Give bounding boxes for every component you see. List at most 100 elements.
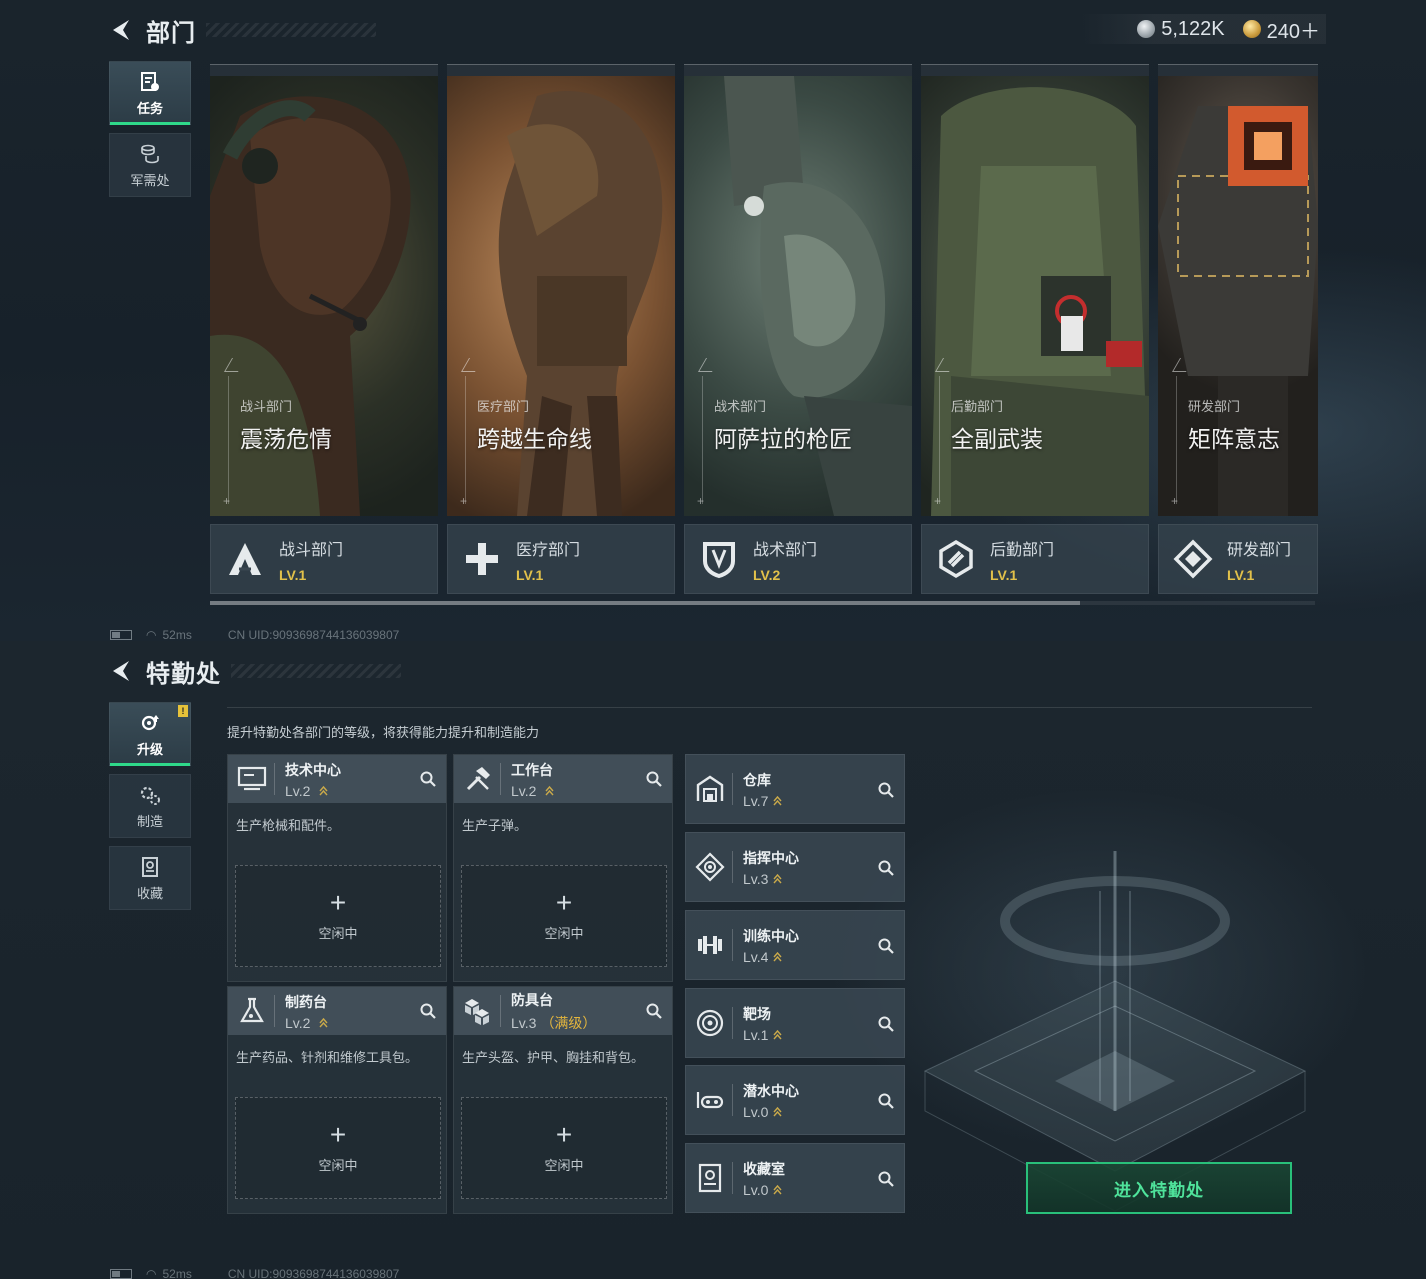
slot-status: 空闲中 <box>318 925 358 941</box>
station-description: 生产药品、针剂和维修工具包。 <box>236 1050 419 1065</box>
tab-supply[interactable]: 军需处 <box>109 133 191 197</box>
dept-name: 研发部门 <box>1227 541 1292 559</box>
header-divider <box>500 763 501 795</box>
page-description: 提升特勤处各部门的等级，将获得能力提升和制造能力 <box>227 725 540 740</box>
ping-value: 52ms <box>162 1267 192 1279</box>
tab-collection[interactable]: 收藏 <box>109 846 191 910</box>
station-pharmacy[interactable]: 制药台 Lv.2 生产药品、针剂和维修工具包。 + 空闲中 <box>227 986 447 1214</box>
production-slot[interactable]: + 空闲中 <box>461 1097 667 1199</box>
facility-level: Lv.7 <box>743 792 769 809</box>
facility-level: Lv.0 <box>743 1181 769 1198</box>
dept-level: LV.2 <box>753 566 781 583</box>
upgrade-chevron-icon <box>773 795 782 805</box>
search-icon[interactable] <box>418 1001 438 1021</box>
facility-level-row: Lv.3 <box>743 871 799 887</box>
facility-warehouse[interactable]: 仓库 Lv.7 <box>685 754 905 824</box>
facility-level-row: Lv.0 <box>743 1104 799 1120</box>
header-divider <box>732 1162 733 1194</box>
combat-card-art: 战斗部门 震荡危情 + <box>210 76 438 516</box>
station-header: 工作台 Lv.2 <box>454 755 672 803</box>
facility-diving-center[interactable]: 潜水中心 Lv.0 <box>685 1065 905 1135</box>
production-slot[interactable]: + 空闲中 <box>235 865 441 967</box>
combat-emblem-icon <box>229 543 261 575</box>
search-icon[interactable] <box>876 780 896 800</box>
back-button[interactable] <box>108 16 136 44</box>
slot-status: 空闲中 <box>318 1157 358 1173</box>
search-icon[interactable] <box>876 936 896 956</box>
station-description: 生产子弹。 <box>462 818 528 833</box>
slot-status: 空闲中 <box>544 925 584 941</box>
silver-currency[interactable]: 5,122K <box>1137 18 1225 41</box>
card-mission-name: 矩阵意志 <box>1188 426 1280 452</box>
dept-footer-tactical[interactable]: 战术部门 LV.2 <box>684 524 912 594</box>
dept-card-medical[interactable]: 医疗部门 跨越生命线 + 医疗部门 LV.1 <box>447 64 675 594</box>
target-icon <box>696 1009 724 1037</box>
back-button[interactable] <box>108 657 136 685</box>
card-vline <box>702 376 703 504</box>
search-icon[interactable] <box>876 1169 896 1189</box>
warehouse-icon <box>696 775 724 802</box>
facility-shooting-range[interactable]: 靶场 Lv.1 <box>685 988 905 1058</box>
station-header: 防具台 Lv.3 （满级） <box>454 987 672 1035</box>
dept-card-logistics[interactable]: 后勤部门 全副武装 + 后勤部门 LV.1 <box>921 64 1149 594</box>
tab-craft[interactable]: 制造 <box>109 774 191 838</box>
gold-currency[interactable]: 240＋ <box>1242 15 1320 44</box>
station-workbench[interactable]: 工作台 Lv.2 生产子弹。 + 空闲中 <box>453 754 673 982</box>
dept-card-research[interactable]: 研发部门 矩阵意志 + 研发部门 LV.1 <box>1158 64 1318 594</box>
dept-name: 战术部门 <box>753 541 818 559</box>
card-topbar <box>921 64 1149 76</box>
enter-special-ops-button[interactable]: 进入特勤处 <box>1026 1162 1292 1214</box>
card-topbar <box>210 64 438 76</box>
card-mission-name: 震荡危情 <box>240 426 332 452</box>
search-icon[interactable] <box>876 1091 896 1111</box>
upgrade-gear-icon <box>141 714 159 730</box>
tab-task[interactable]: 任务 <box>109 61 191 125</box>
production-slot[interactable]: + 空闲中 <box>235 1097 441 1199</box>
card-plus-mark: + <box>1171 494 1179 508</box>
hammer-icon <box>466 767 490 791</box>
dept-footer-research[interactable]: 研发部门 LV.1 <box>1158 524 1318 594</box>
card-scrollbar[interactable] <box>210 601 1315 605</box>
card-mission-name: 阿萨拉的枪匠 <box>714 426 852 452</box>
research-card-art: 研发部门 矩阵意志 + <box>1158 76 1318 516</box>
battery-icon <box>110 1269 132 1279</box>
facility-name: 训练中心 <box>743 927 799 944</box>
station-tech-center[interactable]: 技术中心 Lv.2 生产枪械和配件。 + 空闲中 <box>227 754 447 982</box>
search-icon[interactable] <box>644 1001 664 1021</box>
production-slot[interactable]: + 空闲中 <box>461 865 667 967</box>
scrollbar-thumb[interactable] <box>210 601 1080 605</box>
search-icon[interactable] <box>876 858 896 878</box>
dept-footer-combat[interactable]: 战斗部门 LV.1 <box>210 524 438 594</box>
dept-card-tactical[interactable]: 战术部门 阿萨拉的枪匠 + 战术部门 LV.2 <box>684 64 912 594</box>
search-icon[interactable] <box>644 769 664 789</box>
card-vline <box>465 376 466 504</box>
search-icon[interactable] <box>876 1014 896 1034</box>
upgrade-chevron-icon <box>773 1184 782 1194</box>
card-vline <box>228 376 229 504</box>
monitor-icon <box>237 766 267 791</box>
command-center-icon <box>695 852 725 882</box>
facility-name: 仓库 <box>743 771 771 788</box>
dept-card-combat[interactable]: 战斗部门 震荡危情 + 战斗部门 LV.1 <box>210 64 438 594</box>
station-armor-bench[interactable]: 防具台 Lv.3 （满级） 生产头盔、护甲、胸挂和背包。 + 空闲中 <box>453 986 673 1214</box>
station-level: Lv.2 <box>285 1014 311 1031</box>
card-plus-mark: + <box>460 494 468 508</box>
facility-level-row: Lv.0 <box>743 1182 785 1198</box>
facility-level-row: Lv.7 <box>743 793 782 809</box>
facility-training-center[interactable]: 训练中心 Lv.4 <box>685 910 905 980</box>
logistics-card-art: 后勤部门 全副武装 + <box>921 76 1149 516</box>
facility-collection-room[interactable]: 收藏室 Lv.0 <box>685 1143 905 1213</box>
dept-footer-logistics[interactable]: 后勤部门 LV.1 <box>921 524 1149 594</box>
card-topbar <box>1158 64 1318 76</box>
notification-badge: ! <box>178 705 188 717</box>
department-panel: 部门 5,122K 240＋ 任务 军需处 战斗部门 震荡危情 + 战斗部门 L… <box>0 0 1426 641</box>
department-cards: 战斗部门 震荡危情 + 战斗部门 LV.1 医疗部门 跨越生命线 + 医疗部门 … <box>210 64 1318 594</box>
search-icon[interactable] <box>418 769 438 789</box>
medical-card-art: 医疗部门 跨越生命线 + <box>447 76 675 516</box>
facility-level: Lv.1 <box>743 1026 769 1043</box>
page-title: 特勤处 <box>146 660 221 688</box>
facility-command-center[interactable]: 指挥中心 Lv.3 <box>685 832 905 902</box>
tab-upgrade[interactable]: ! 升级 <box>109 702 191 766</box>
dept-footer-medical[interactable]: 医疗部门 LV.1 <box>447 524 675 594</box>
page-title: 部门 <box>146 19 196 47</box>
